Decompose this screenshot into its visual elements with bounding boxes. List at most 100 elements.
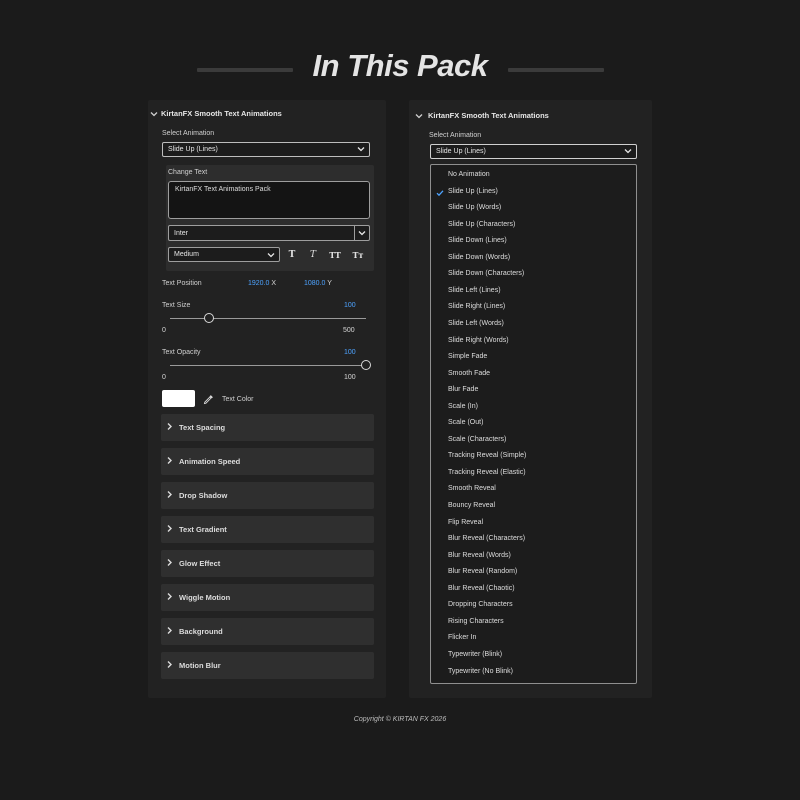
section-drop-shadow[interactable]: Drop Shadow	[161, 482, 374, 509]
chevron-right-icon	[167, 457, 172, 464]
right-panel-title: KirtanFX Smooth Text Animations	[428, 111, 549, 120]
section-glow-effect[interactable]: Glow Effect	[161, 550, 374, 577]
text-position-label: Text Position	[162, 280, 202, 287]
section-label: Motion Blur	[179, 661, 221, 670]
chevron-right-icon	[167, 627, 172, 634]
text-position-y[interactable]: 1080.0 Y	[304, 280, 332, 287]
header-rule-right	[508, 68, 604, 72]
dropdown-option[interactable]: Slide Left (Lines)	[448, 287, 501, 294]
chevron-down-icon	[150, 112, 158, 117]
dropdown-option[interactable]: Blur Reveal (Chaotic)	[448, 585, 515, 592]
dropdown-option[interactable]: Slide Right (Words)	[448, 337, 509, 344]
copyright-footer: Copyright © KIRTAN FX 2026	[353, 716, 447, 723]
section-text-gradient[interactable]: Text Gradient	[161, 516, 374, 543]
dropdown-option[interactable]: Blur Reveal (Characters)	[448, 535, 525, 542]
dropdown-option[interactable]: No Animation	[448, 171, 490, 178]
section-text-spacing[interactable]: Text Spacing	[161, 414, 374, 441]
dropdown-option[interactable]: Typewriter (No Blink)	[448, 668, 513, 675]
dropdown-option[interactable]: Slide Up (Lines)	[448, 188, 498, 195]
chevron-right-icon	[167, 661, 172, 668]
text-color-swatch[interactable]	[162, 390, 195, 407]
check-icon	[436, 189, 444, 196]
dropdown-option[interactable]: Slide Down (Words)	[448, 254, 510, 261]
right-panel-header[interactable]: KirtanFX Smooth Text Animations	[409, 109, 652, 123]
text-opacity-slider-track[interactable]	[170, 365, 366, 366]
text-opacity-label: Text Opacity	[162, 349, 201, 356]
section-label: Drop Shadow	[179, 491, 228, 500]
text-input[interactable]: KirtanFX Text Animations Pack	[168, 181, 370, 219]
dropdown-option[interactable]: Flicker In	[448, 634, 476, 641]
dropdown-option[interactable]: Slide Up (Words)	[448, 204, 501, 211]
text-size-max: 500	[343, 327, 355, 334]
section-label: Glow Effect	[179, 559, 221, 568]
dropdown-option[interactable]: Slide Right (Lines)	[448, 303, 505, 310]
dropdown-option[interactable]: Slide Down (Lines)	[448, 237, 507, 244]
font-weight-select[interactable]: Medium	[168, 247, 280, 262]
dropdown-option[interactable]: Scale (Characters)	[448, 436, 506, 443]
chevron-right-icon	[167, 525, 172, 532]
divider	[354, 226, 355, 240]
dropdown-option[interactable]: Slide Left (Words)	[448, 320, 504, 327]
dropdown-option[interactable]: Rising Characters	[448, 618, 504, 625]
change-text-label: Change Text	[168, 169, 208, 176]
dropdown-option[interactable]: Slide Up (Characters)	[448, 221, 515, 228]
chevron-right-icon	[167, 593, 172, 600]
right-panel: KirtanFX Smooth Text Animations Select A…	[409, 100, 652, 698]
text-size-label: Text Size	[162, 302, 191, 309]
dropdown-option[interactable]: Simple Fade	[448, 353, 487, 360]
italic-button[interactable]: T	[305, 248, 321, 262]
dropdown-option[interactable]: Tracking Reveal (Elastic)	[448, 469, 526, 476]
position-x-value[interactable]: 1920.0	[248, 280, 269, 287]
dropdown-option[interactable]: Blur Fade	[448, 386, 478, 393]
chevron-down-icon	[624, 149, 632, 154]
text-opacity-max: 100	[344, 374, 356, 381]
page-title: In This Pack	[312, 48, 488, 83]
all-caps-button[interactable]: TT	[327, 248, 343, 262]
dropdown-option[interactable]: Tracking Reveal (Simple)	[448, 452, 526, 459]
dropdown-option[interactable]: Dropping Characters	[448, 601, 513, 608]
dropdown-option[interactable]: Blur Reveal (Random)	[448, 568, 517, 575]
font-weight-value: Medium	[174, 251, 199, 258]
section-animation-speed[interactable]: Animation Speed	[161, 448, 374, 475]
position-x-unit: X	[271, 280, 277, 287]
dropdown-option[interactable]: Scale (Out)	[448, 419, 483, 426]
section-wiggle-motion[interactable]: Wiggle Motion	[161, 584, 374, 611]
text-opacity-slider-thumb[interactable]	[361, 360, 371, 370]
dropdown-option[interactable]: Scale (In)	[448, 403, 478, 410]
section-label: Animation Speed	[179, 457, 241, 466]
select-animation-label: Select Animation	[429, 132, 482, 139]
section-label: Text Spacing	[179, 423, 226, 432]
text-opacity-value[interactable]: 100	[344, 349, 356, 356]
section-label: Wiggle Motion	[179, 593, 231, 602]
text-size-value[interactable]: 100	[344, 302, 356, 309]
section-background[interactable]: Background	[161, 618, 374, 645]
small-caps-button[interactable]: Tт	[350, 248, 366, 262]
chevron-down-icon	[357, 147, 365, 152]
chevron-down-icon[interactable]	[358, 229, 366, 237]
animation-select[interactable]: Slide Up (Lines)	[162, 142, 370, 157]
bold-button[interactable]: T	[284, 248, 300, 262]
change-text-group: Change Text KirtanFX Text Animations Pac…	[166, 165, 374, 271]
font-combobox[interactable]: Inter	[168, 225, 370, 241]
text-size-slider-track[interactable]	[170, 318, 366, 319]
text-size-slider-thumb[interactable]	[204, 313, 215, 323]
section-motion-blur[interactable]: Motion Blur	[161, 652, 374, 679]
animation-select-value: Slide Up (Lines)	[436, 148, 486, 155]
dropdown-option[interactable]: Smooth Fade	[448, 370, 490, 377]
eyedropper-icon[interactable]	[203, 394, 214, 405]
chevron-down-icon	[415, 114, 423, 119]
dropdown-option[interactable]: Flip Reveal	[448, 519, 483, 526]
animation-dropdown-list: No Animation Slide Up (Lines) Slide Up (Wo…	[430, 164, 637, 684]
animation-select-open[interactable]: Slide Up (Lines)	[430, 144, 637, 159]
dropdown-option[interactable]: Bouncy Reveal	[448, 502, 495, 509]
dropdown-option[interactable]: Blur Reveal (Words)	[448, 552, 511, 559]
position-y-value[interactable]: 1080.0	[304, 280, 325, 287]
dropdown-option[interactable]: Smooth Reveal	[448, 485, 496, 492]
dropdown-option[interactable]: Slide Down (Characters)	[448, 270, 524, 277]
chevron-down-icon	[267, 253, 275, 258]
text-position-x[interactable]: 1920.0 X	[248, 280, 276, 287]
left-panel-header[interactable]: KirtanFX Smooth Text Animations	[148, 107, 386, 121]
section-label: Background	[179, 627, 223, 636]
text-size-min: 0	[162, 327, 166, 334]
dropdown-option[interactable]: Typewriter (Blink)	[448, 651, 502, 658]
